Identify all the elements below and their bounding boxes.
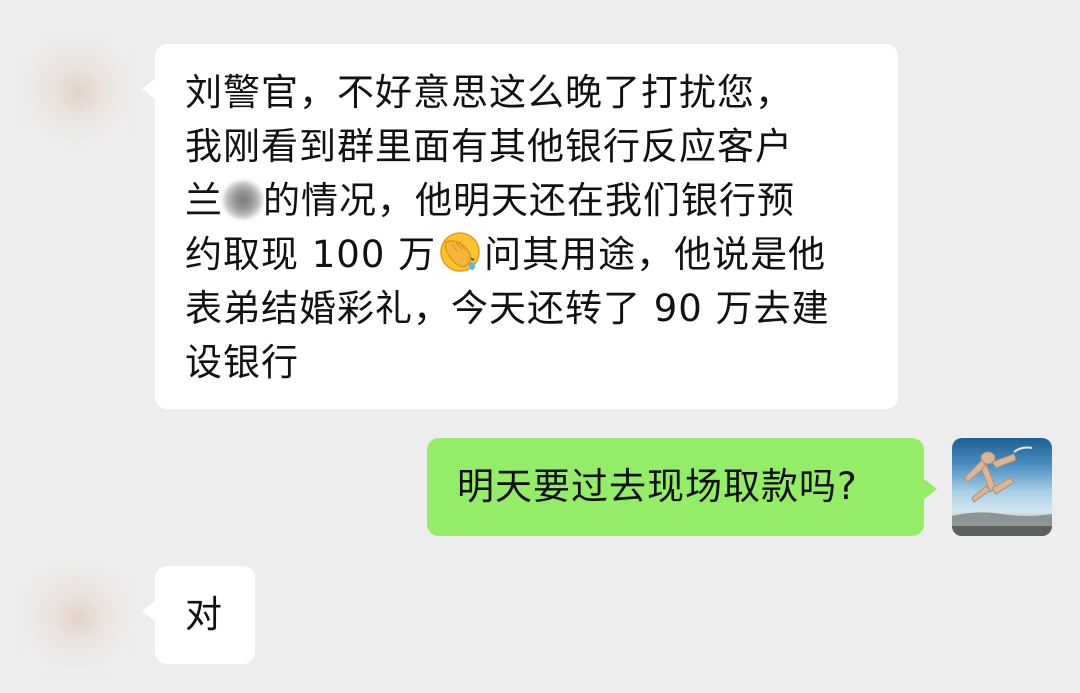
message-text-segment: 兰 [185,179,223,222]
message-line-2: 我刚看到群里面有其他银行反应客户 [185,125,793,168]
blurred-avatar-face [56,72,100,112]
message-text-segment: 的情况，他明天还在我们银行预 [263,179,795,222]
message-text-segment: 问其用途，他说是他 [484,233,827,276]
message-line-1: 刘警官，不好意思这么晚了打扰您， [185,71,793,114]
message-line-6: 设银行 [185,341,299,384]
blurred-name [223,181,263,219]
message-line-5: 表弟结婚彩礼，今天还转了 90 万去建 [185,287,830,330]
contact-avatar[interactable] [26,566,130,670]
incoming-message-bubble[interactable]: 对 [142,566,255,664]
message-line-4: 约取现 100 万 问其用途，他说是他 [185,228,885,282]
contact-avatar[interactable] [26,40,130,144]
message-line-3: 兰的情况，他明天还在我们银行预 [185,174,885,228]
incoming-message-bubble[interactable]: 刘警官，不好意思这么晚了打扰您， 我刚看到群里面有其他银行反应客户 兰的情况，他… [142,44,898,409]
outgoing-message-bubble[interactable]: 明天要过去现场取款吗? [427,438,937,536]
incoming-message-text: 对 [185,593,223,636]
blurred-avatar-face [56,598,100,638]
my-avatar[interactable] [952,438,1052,536]
photo-avatar [952,446,1052,536]
facepalm-emoji [440,232,480,272]
message-text-segment: 约取现 100 万 [185,233,437,276]
outgoing-message-text: 明天要过去现场取款吗? [457,465,858,508]
